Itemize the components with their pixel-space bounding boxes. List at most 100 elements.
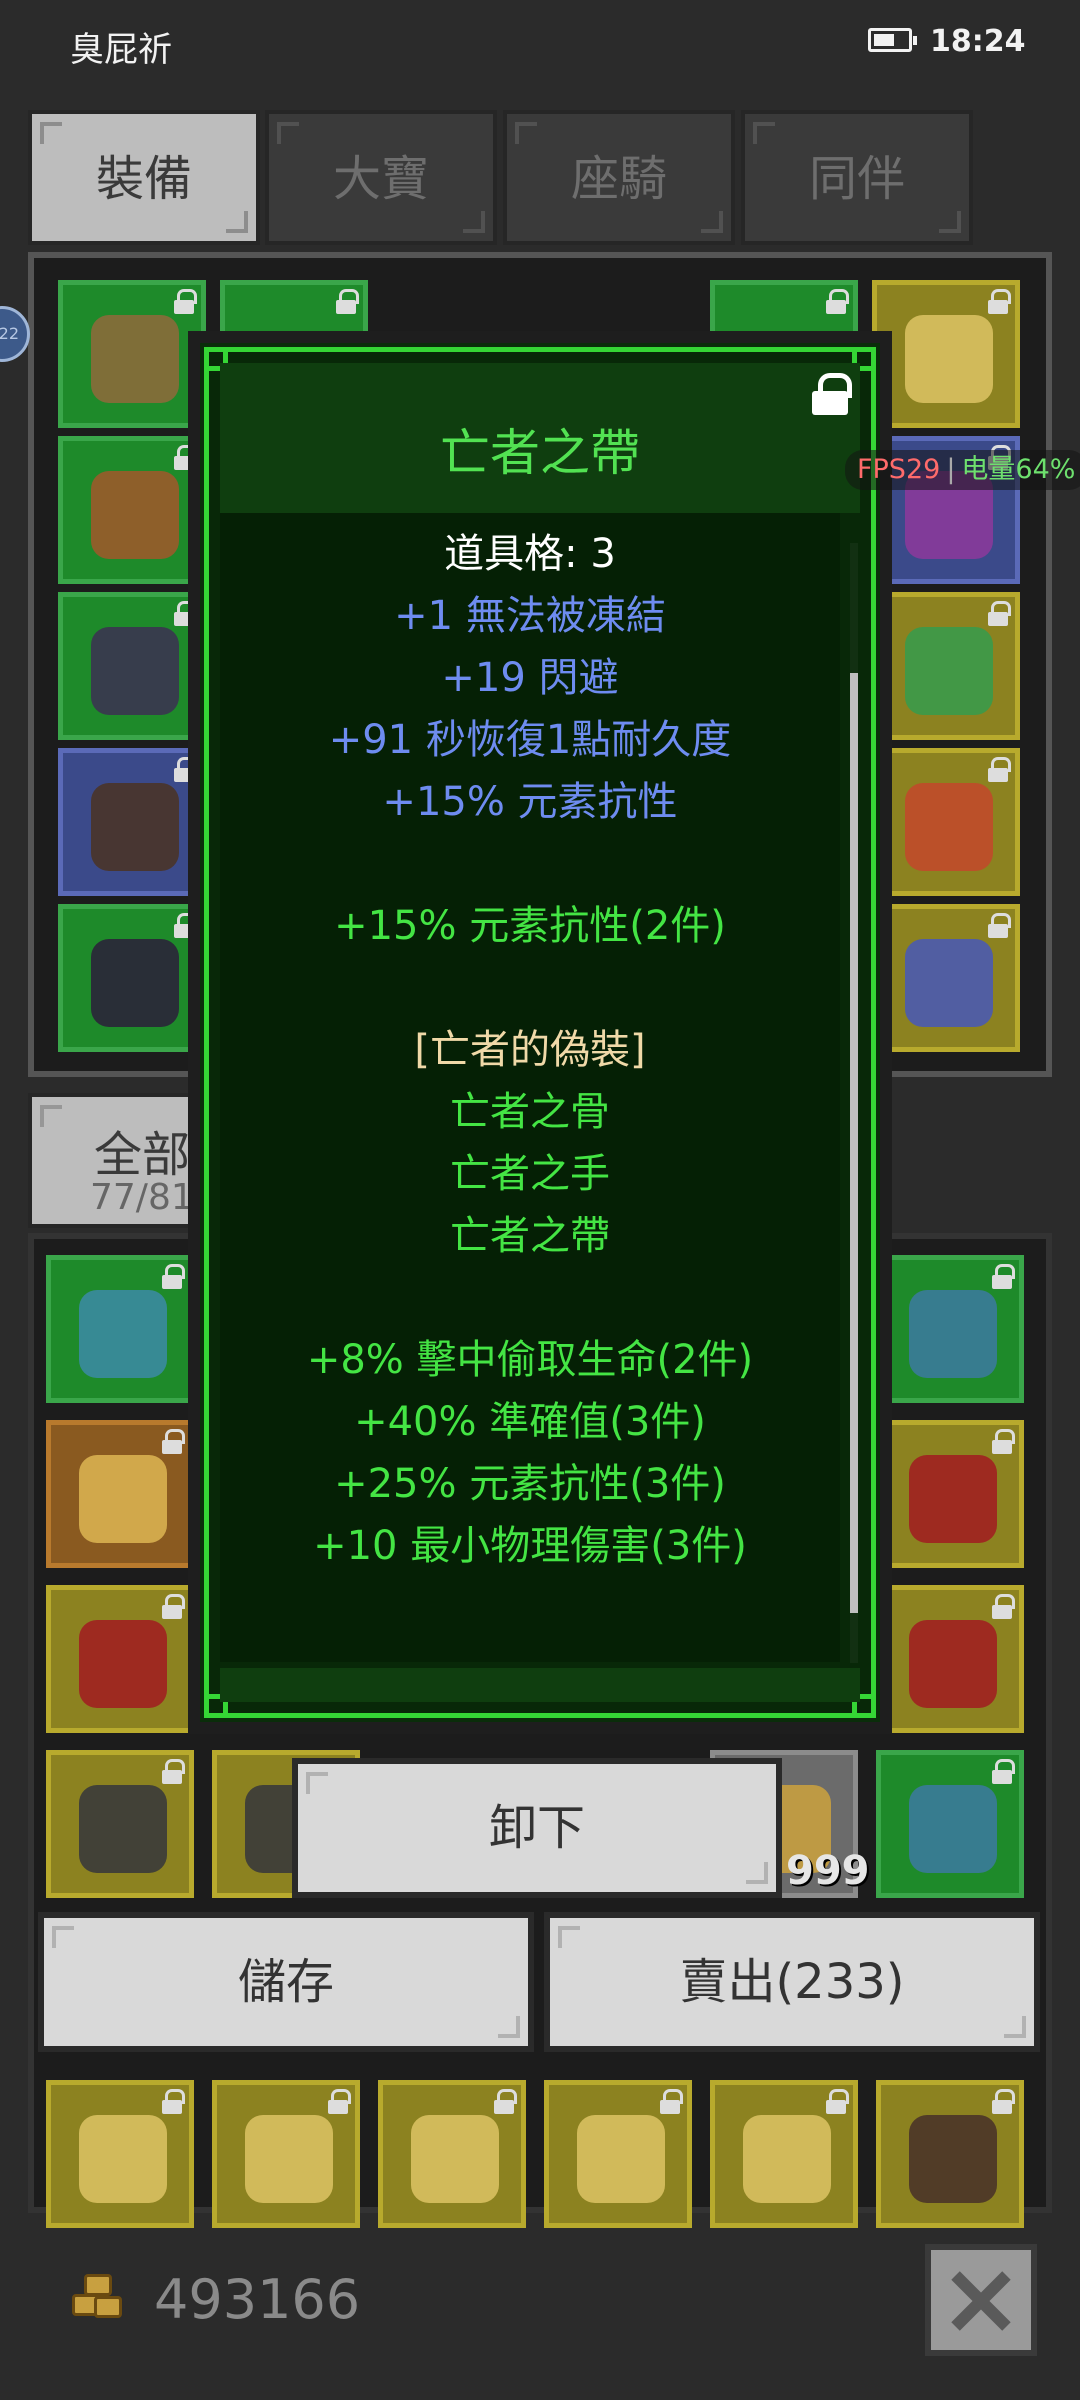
corner-decoration <box>498 2016 520 2038</box>
lock-icon <box>987 601 1011 627</box>
ring-icon <box>905 627 993 715</box>
filter-label: 全部 <box>94 1127 191 1183</box>
corner-decoration <box>226 211 248 233</box>
armor-icon <box>79 1785 167 1873</box>
equip-slot-boots[interactable] <box>58 748 206 896</box>
inventory-slot[interactable] <box>876 1420 1024 1568</box>
lock-icon <box>161 1759 185 1785</box>
lock-icon <box>327 2089 351 2115</box>
item-stat-line: +91 秒恢復1點耐久度 <box>328 717 732 763</box>
equip-slot-amulet[interactable] <box>872 280 1020 428</box>
inventory-slot[interactable] <box>710 2080 858 2228</box>
lock-icon <box>825 2089 849 2115</box>
equip-slot-chest[interactable] <box>872 904 1020 1052</box>
corner-decoration <box>515 122 537 144</box>
scrollbar-thumb[interactable] <box>850 673 858 1613</box>
inventory-slot[interactable] <box>876 2080 1024 2228</box>
amulet-icon <box>577 2115 665 2203</box>
store-button[interactable]: 儲存 <box>38 1912 534 2052</box>
item-title: 亡者之帶 <box>440 424 640 482</box>
boomerang-icon <box>909 1455 997 1543</box>
sell-label: 賣出(233) <box>679 1954 905 2010</box>
tooltip-header: 亡者之帶 <box>220 363 860 513</box>
corner-decoration <box>746 1862 768 1884</box>
lock-icon <box>987 289 1011 315</box>
scrollbar[interactable] <box>850 543 858 1663</box>
inventory-slot[interactable] <box>46 1255 194 1403</box>
amulet-icon <box>245 2115 333 2203</box>
lock-icon <box>161 1264 185 1290</box>
inventory-slot[interactable] <box>46 2080 194 2228</box>
filter-tab-all[interactable]: 全部 77/81 <box>28 1093 198 1228</box>
battery-icon <box>868 28 917 52</box>
item-stats-list: 道具格: 3 +1 無法被凍結 +19 閃避 +91 秒恢復1點耐久度 +15% 元素抗… <box>220 523 840 1577</box>
inventory-slot[interactable] <box>544 2080 692 2228</box>
boomerang-icon <box>909 1620 997 1708</box>
tab-label: 大寶 <box>332 151 429 207</box>
tab-label: 同伴 <box>808 151 905 207</box>
lock-icon <box>987 757 1011 783</box>
lock-icon[interactable] <box>810 373 852 417</box>
item-stat-line: [亡者的偽裝] <box>414 1027 646 1073</box>
book-icon <box>905 783 993 871</box>
equip-slot-ring[interactable] <box>872 592 1020 740</box>
fps-overlay: FPS29 | 电量64% <box>845 450 1080 490</box>
side-badge[interactable]: 22 <box>0 306 30 362</box>
equip-slot-gloves[interactable] <box>58 592 206 740</box>
inventory-slot[interactable] <box>876 1750 1024 1898</box>
lock-icon <box>991 1594 1015 1620</box>
tab-mount[interactable]: 座騎 <box>503 110 735 245</box>
amulet-icon <box>743 2115 831 2203</box>
belt-icon <box>909 1785 997 1873</box>
corner-decoration <box>463 211 485 233</box>
equip-slot-belt[interactable] <box>58 904 206 1052</box>
app-name: 臭屁祈 <box>70 30 172 70</box>
lock-icon <box>991 1429 1015 1455</box>
item-tooltip: 亡者之帶 道具格: 3 +1 無法被凍結 +19 閃避 +91 秒恢復1點耐久度 +15… <box>192 335 888 1730</box>
lock-icon <box>161 1429 185 1455</box>
inventory-slot[interactable] <box>876 1585 1024 1733</box>
item-stat-line: +15% 元素抗性 <box>382 779 678 825</box>
tab-companion[interactable]: 同伴 <box>741 110 973 245</box>
gold-amount: 493166 <box>154 2268 361 2331</box>
corner-decoration <box>40 1105 62 1127</box>
lock-icon <box>161 2089 185 2115</box>
equip-slot-helmet[interactable] <box>58 280 206 428</box>
unequip-button[interactable]: 卸下 <box>292 1758 782 1898</box>
corner-decoration <box>52 1926 74 1948</box>
item-stat-line: +40% 準確值(3件) <box>354 1399 706 1445</box>
inventory-slot[interactable] <box>212 2080 360 2228</box>
item-stat-line: +25% 元素抗性(3件) <box>334 1461 726 1507</box>
store-label: 儲存 <box>237 1954 334 2010</box>
corner-decoration <box>753 122 775 144</box>
equip-slot-armor[interactable] <box>58 436 206 584</box>
boomerang-icon <box>79 1620 167 1708</box>
boots-icon <box>909 2115 997 2203</box>
inventory-slot[interactable] <box>46 1750 194 1898</box>
amulet-icon <box>411 2115 499 2203</box>
inventory-slot[interactable] <box>46 1585 194 1733</box>
tab-equipment[interactable]: 裝備 <box>28 110 260 245</box>
lock-icon <box>173 289 197 315</box>
inventory-slot[interactable] <box>378 2080 526 2228</box>
inventory-slot[interactable] <box>876 1255 1024 1403</box>
close-button[interactable] <box>925 2244 1037 2356</box>
lock-icon <box>659 2089 683 2115</box>
sell-button[interactable]: 賣出(233) <box>544 1912 1040 2052</box>
item-stat-line: +19 閃避 <box>441 655 619 701</box>
item-stat-line: 亡者之骨 <box>450 1089 610 1135</box>
item-stat-line: +15% 元素抗性(2件) <box>334 903 726 949</box>
separator: | <box>946 454 956 485</box>
item-stat-line: 亡者之帶 <box>450 1213 610 1259</box>
item-stat-line: +8% 擊中偷取生命(2件) <box>306 1337 754 1383</box>
equip-slot-book[interactable] <box>872 748 1020 896</box>
inventory-slot[interactable] <box>46 1420 194 1568</box>
lock-icon <box>991 1759 1015 1785</box>
tab-treasure[interactable]: 大寶 <box>265 110 497 245</box>
scroll-icon <box>79 1290 167 1378</box>
lock-icon <box>161 1594 185 1620</box>
status-bar: 臭屁祈 18:24 <box>0 0 1080 90</box>
boots-icon <box>91 783 179 871</box>
lock-icon <box>987 913 1011 939</box>
